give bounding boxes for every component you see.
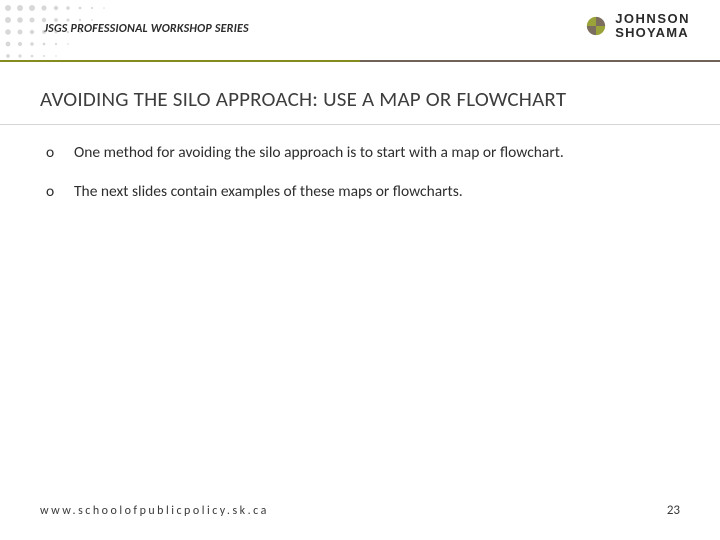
bullet-list: o One method for avoiding the silo appro… [0, 129, 720, 203]
org-logo-text: JOHNSON SHOYAMA [615, 12, 690, 39]
pinwheel-icon [585, 15, 607, 37]
slide-title: AVOIDING THE SILO APPROACH: USE A MAP OR… [40, 86, 680, 112]
logo-line2: SHOYAMA [615, 26, 690, 40]
slide-footer: www.schoolofpublicpolicy.sk.ca 23 [40, 503, 680, 518]
divider-accent-right [360, 60, 720, 62]
list-item: o One method for avoiding the silo appro… [46, 143, 674, 164]
bullet-text: The next slides contain examples of thes… [74, 182, 463, 203]
page-number: 23 [667, 503, 680, 518]
org-logo: JOHNSON SHOYAMA [585, 12, 690, 39]
bullet-marker: o [46, 182, 60, 203]
title-underline [0, 124, 720, 125]
decorative-dot-pattern [0, 0, 130, 68]
bullet-text: One method for avoiding the silo approac… [74, 143, 564, 164]
bullet-marker: o [46, 143, 60, 164]
logo-line1: JOHNSON [615, 12, 690, 26]
slide-header: JSGS PROFESSIONAL WORKSHOP SERIES JOHNSO… [0, 0, 720, 60]
list-item: o The next slides contain examples of th… [46, 182, 674, 203]
footer-url: www.schoolofpublicpolicy.sk.ca [40, 504, 269, 518]
